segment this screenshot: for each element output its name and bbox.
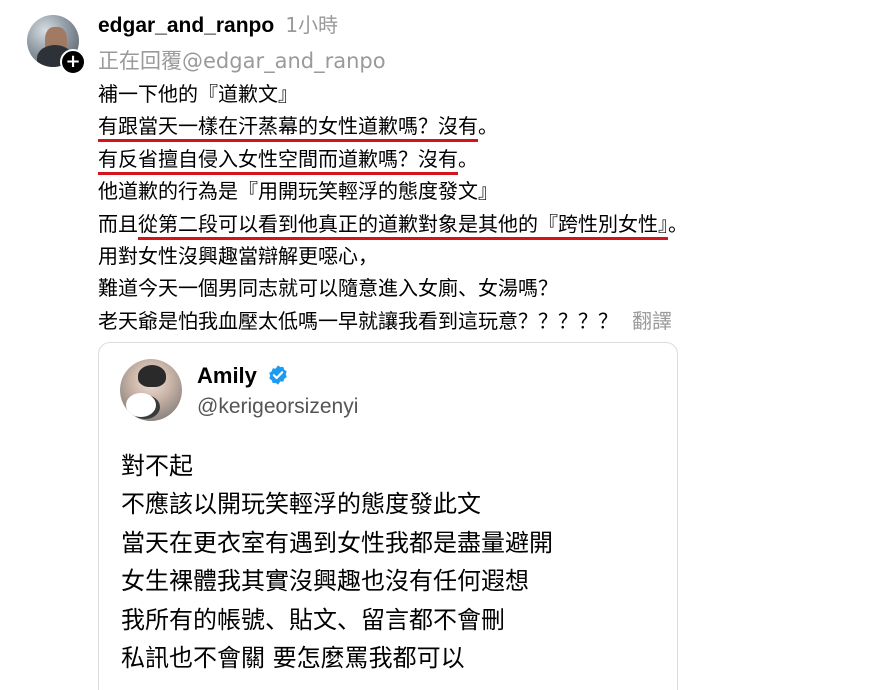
plus-icon[interactable]: + <box>60 49 86 75</box>
reply-post: + edgar_and_ranpo 1小時 正在回覆@edgar_and_ran… <box>0 0 893 690</box>
user-avatar-container[interactable]: + <box>27 15 86 75</box>
quoted-handle[interactable]: @kerigeorsizenyi <box>197 395 358 419</box>
quoted-name-text: Amily <box>197 363 257 388</box>
post-line: 他道歉的行為是『用開玩笑輕浮的態度發文』 <box>98 175 878 207</box>
post-line: 補一下他的『道歉文』 <box>98 78 878 110</box>
line-text: 他道歉的行為是『用開玩笑輕浮的態度發文』 <box>98 179 498 204</box>
post-line: 有跟當天一樣在汗蒸幕的女性道歉嗎？沒有。 <box>98 110 878 143</box>
line-text-tail: 。 <box>668 211 688 236</box>
line-text: 用對女性沒興趣當辯解更噁心， <box>98 243 378 268</box>
replying-to: 正在回覆@edgar_and_ranpo <box>98 45 386 75</box>
verified-badge-icon <box>267 364 289 392</box>
quoted-line: 當天在更衣室有遇到女性我都是盡量避開 <box>121 528 553 557</box>
line-text-tail: 。 <box>458 146 478 171</box>
underlined-text: 從第二段可以看到他真正的道歉對象是其他的『跨性別女性』 <box>138 211 668 240</box>
post-header: edgar_and_ranpo 1小時 <box>98 9 338 38</box>
quoted-line: 女生裸體我其實沒興趣也沒有任何遐想 <box>121 567 529 596</box>
quoted-avatar[interactable] <box>120 359 182 421</box>
line-text: 老天爺是怕我血壓太低嗎一早就讓我看到這玩意？？？？？ <box>98 308 618 333</box>
quoted-line: 對不起 <box>121 452 193 480</box>
post-line: 難道今天一個男同志就可以隨意進入女廁、女湯嗎？ <box>98 272 878 304</box>
translate-link[interactable]: 翻譯 <box>632 309 672 333</box>
post-line: 老天爺是怕我血壓太低嗎一早就讓我看到這玩意？？？？？ 翻譯 <box>98 305 878 337</box>
quoted-line: 不應該以開玩笑輕浮的態度發此文 <box>121 490 481 519</box>
post-time: 1小時 <box>285 13 339 37</box>
quoted-name[interactable]: Amily <box>197 363 289 392</box>
reply-prefix: 正在回覆 <box>98 49 182 73</box>
post-line: 而且從第二段可以看到他真正的道歉對象是其他的『跨性別女性』。 <box>98 208 878 240</box>
post-line: 用對女性沒興趣當辯解更噁心， <box>98 240 878 272</box>
quoted-line: 私訊也不會關 要怎麼罵我都可以 <box>121 643 465 672</box>
line-text: 難道今天一個男同志就可以隨意進入女廁、女湯嗎？ <box>98 276 558 301</box>
post-line: 有反省擅自侵入女性空間而道歉嗎？沒有。 <box>98 143 878 175</box>
line-text-tail: 。 <box>478 114 498 139</box>
underlined-text: 有跟當天一樣在汗蒸幕的女性道歉嗎？沒有 <box>98 114 478 143</box>
underlined-text: 有反省擅自侵入女性空間而道歉嗎？沒有 <box>98 146 458 175</box>
line-text: 補一下他的『道歉文』 <box>98 82 298 106</box>
username[interactable]: edgar_and_ranpo <box>98 14 274 37</box>
quoted-text: 對不起 不應該以開玩笑輕浮的態度發此文 當天在更衣室有遇到女性我都是盡量避開 女… <box>121 447 553 677</box>
post-body: 補一下他的『道歉文』 有跟當天一樣在汗蒸幕的女性道歉嗎？沒有。 有反省擅自侵入女… <box>98 78 878 337</box>
reply-handle-link[interactable]: @edgar_and_ranpo <box>182 49 386 73</box>
line-text: 而且 <box>98 211 138 236</box>
quoted-line: 我所有的帳號、貼文、留言都不會刪 <box>121 605 505 634</box>
quoted-post-card[interactable]: Amily @kerigeorsizenyi 對不起 不應該以開玩笑輕浮的態度發… <box>98 342 678 690</box>
